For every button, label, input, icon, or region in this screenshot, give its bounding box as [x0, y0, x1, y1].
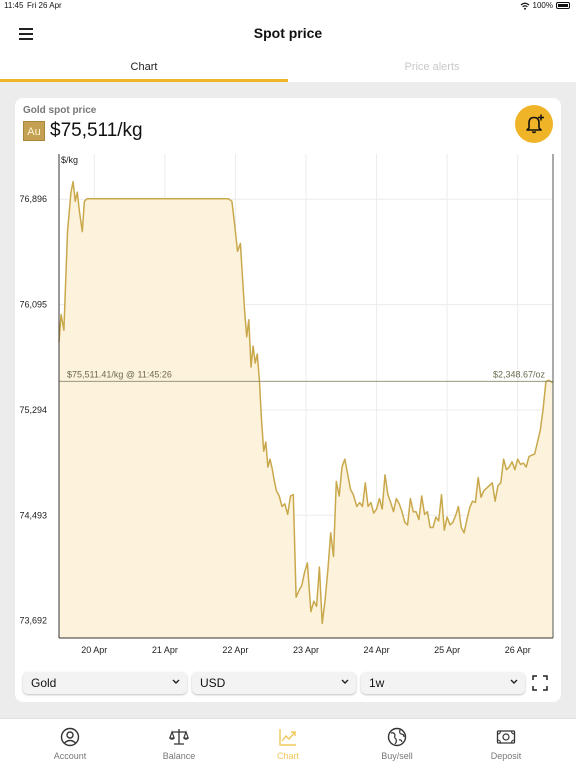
status-time: 11:45 — [4, 1, 24, 10]
globe-icon — [387, 727, 407, 747]
nav-deposit-label: Deposit — [490, 751, 522, 761]
deposit-icon — [496, 730, 516, 744]
y-tick-label: 74,493 — [19, 510, 47, 520]
nav-account[interactable]: Account — [15, 719, 125, 768]
asset-select[interactable]: Gold — [23, 672, 187, 694]
current-price-oz-label: $2,348.67/oz — [493, 369, 546, 379]
nav-balance-label: Balance — [162, 751, 196, 761]
balance-scale-icon — [169, 729, 189, 745]
chevron-down-icon — [510, 679, 518, 684]
x-tick-label: 26 Apr — [505, 645, 531, 655]
nav-buy-sell[interactable]: Buy/sell — [342, 719, 452, 768]
nav-balance[interactable]: Balance — [124, 719, 234, 768]
battery-percent: 100% — [532, 1, 553, 10]
chevron-down-icon — [172, 679, 180, 684]
price-chart[interactable]: 76,896 76,095 75,294 74,493 73,692 20 Apr 21 A… — [15, 150, 561, 662]
chevron-down-icon — [341, 679, 349, 684]
gold-symbol-badge: Au — [23, 121, 45, 141]
tab-price-alerts[interactable]: Price alerts — [288, 56, 576, 82]
x-tick-label: 25 Apr — [434, 645, 460, 655]
nav-chart[interactable]: Chart — [233, 719, 343, 768]
y-tick-label: 76,095 — [19, 300, 47, 310]
nav-deposit[interactable]: Deposit — [451, 719, 561, 768]
top-bar: Spot price — [0, 12, 576, 56]
fullscreen-button[interactable] — [532, 675, 548, 691]
card-label: Gold spot price — [23, 105, 97, 116]
y-tick-label: 75,294 — [19, 405, 47, 415]
chart-controls: Gold USD 1w — [15, 670, 561, 698]
x-tick-label: 20 Apr — [81, 645, 107, 655]
tab-bar: Chart Price alerts — [0, 56, 576, 82]
wifi-icon — [520, 2, 529, 10]
page-title: Spot price — [253, 25, 323, 41]
account-icon — [60, 727, 80, 747]
status-date: Fri 26 Apr — [27, 1, 62, 10]
x-tick-label: 24 Apr — [364, 645, 390, 655]
nav-account-label: Account — [53, 751, 87, 761]
y-tick-label: 73,692 — [19, 616, 47, 626]
x-tick-label: 22 Apr — [222, 645, 248, 655]
expand-icon — [532, 675, 548, 691]
add-alert-button[interactable] — [515, 105, 553, 143]
current-price: $75,511/kg — [50, 120, 143, 141]
status-right: 100% — [520, 1, 570, 10]
asset-select-value: Gold — [31, 676, 57, 690]
y-tick-label: 76,896 — [19, 194, 47, 204]
currency-select[interactable]: USD — [192, 672, 356, 694]
currency-select-value: USD — [200, 676, 226, 690]
chart-trend-icon — [279, 729, 296, 746]
period-select-value: 1w — [369, 676, 385, 690]
x-tick-label: 23 Apr — [293, 645, 319, 655]
tab-chart[interactable]: Chart — [0, 56, 288, 82]
status-bar: 11:45 Fri 26 Apr 100% — [0, 0, 576, 12]
current-price-label: $75,511.41/kg @ 11:45:26 — [67, 369, 172, 379]
bell-plus-icon — [526, 114, 544, 134]
nav-buy-sell-label: Buy/sell — [381, 751, 413, 761]
price-chart-svg: 76,896 76,095 75,294 74,493 73,692 20 Apr 21 A… — [19, 154, 554, 655]
battery-icon — [556, 2, 570, 9]
spot-price-card: Gold spot price Au $75,511/kg 76,896 76,0… — [15, 98, 561, 702]
period-select[interactable]: 1w — [361, 672, 525, 694]
bottom-nav: Account Balance Chart Buy/sell Deposit — [0, 718, 576, 768]
y-axis-unit: $/kg — [61, 155, 78, 165]
x-tick-label: 21 Apr — [152, 645, 178, 655]
nav-chart-label: Chart — [276, 751, 299, 761]
